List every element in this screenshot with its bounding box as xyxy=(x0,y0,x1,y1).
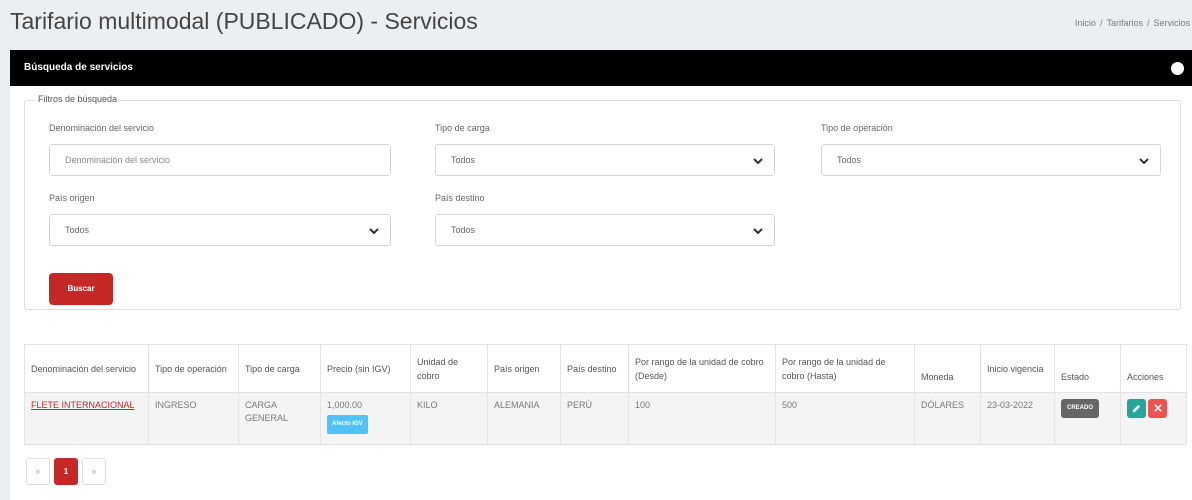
pagination-page-1[interactable]: 1 xyxy=(54,458,78,485)
cell-destination: PERÚ xyxy=(560,392,629,445)
chevron-down-icon xyxy=(1139,158,1149,165)
col-header-origin: País origen xyxy=(487,344,561,393)
pagination: « 1 » xyxy=(26,458,106,485)
origin-country-value: Todos xyxy=(65,225,90,235)
cargo-type-value: Todos xyxy=(451,155,476,165)
col-header-unit: Unidad de cobro xyxy=(410,344,488,393)
cell-range-from: 100 xyxy=(628,392,776,445)
panel-title: Búsqueda de servicios xyxy=(24,62,133,73)
filters-legend: Filtros de búsqueda xyxy=(35,94,121,104)
search-panel-header: Búsqueda de servicios xyxy=(10,50,1192,86)
price-value: 1,000.00 xyxy=(327,400,363,410)
col-header-actions: Acciones xyxy=(1120,344,1187,393)
col-header-state: Estado xyxy=(1054,344,1121,393)
pagination-next[interactable]: » xyxy=(82,458,106,485)
col-header-currency: Moneda xyxy=(914,344,981,393)
cell-price: 1,000.00 Afecto IGV xyxy=(320,392,411,445)
close-icon xyxy=(1153,404,1162,412)
destination-country-label: País destino xyxy=(435,193,485,203)
table-header-row: Denominación del servicio Tipo de operac… xyxy=(24,344,1187,393)
service-link[interactable]: FLETE INTERNACIONAL xyxy=(31,400,135,410)
pagination-prev[interactable]: « xyxy=(26,458,50,485)
cell-unit: KILO xyxy=(410,392,488,445)
col-header-operation: Tipo de operación xyxy=(148,344,239,393)
table-row: FLETE INTERNACIONAL INGRESO CARGA GENERA… xyxy=(24,392,1187,445)
breadcrumb-item-servicios: Servicios xyxy=(1153,18,1190,28)
cargo-type-label: Tipo de carga xyxy=(435,123,490,133)
breadcrumb-item-inicio[interactable]: Inicio xyxy=(1075,18,1096,28)
breadcrumb: Inicio / Tarifarios / Servicios xyxy=(1074,18,1190,28)
igv-badge: Afecto IGV xyxy=(327,415,368,434)
col-header-range-from: Por rango de la unidad de cobro (Desde) xyxy=(628,344,776,393)
destination-country-select[interactable]: Todos xyxy=(435,214,775,246)
edit-button[interactable] xyxy=(1127,399,1146,418)
col-header-range-to: Por rango de la unidad de cobro (Hasta) xyxy=(775,344,915,393)
chevron-down-icon xyxy=(369,228,379,235)
col-header-cargo: Tipo de carga xyxy=(238,344,321,393)
operation-type-value: Todos xyxy=(837,155,862,165)
chevron-down-icon xyxy=(753,228,763,235)
filters-fieldset: Filtros de búsqueda Denominación del ser… xyxy=(24,94,1181,310)
col-header-price: Precio (sin IGV) xyxy=(320,344,411,393)
cell-start: 23-03-2022 xyxy=(980,392,1055,445)
cell-origin: ALEMANIA xyxy=(487,392,561,445)
cell-service: FLETE INTERNACIONAL xyxy=(24,392,149,445)
cell-currency: DÓLARES xyxy=(914,392,981,445)
pencil-icon xyxy=(1132,404,1141,413)
collapse-icon[interactable] xyxy=(1171,62,1184,75)
cell-actions xyxy=(1120,392,1187,445)
cargo-type-select[interactable]: Todos xyxy=(435,144,775,176)
cell-range-to: 500 xyxy=(775,392,915,445)
cell-operation: INGRESO xyxy=(148,392,239,445)
origin-country-select[interactable]: Todos xyxy=(49,214,391,246)
search-panel-body: Filtros de búsqueda Denominación del ser… xyxy=(10,86,1192,500)
destination-country-value: Todos xyxy=(451,225,476,235)
status-badge: CREADO xyxy=(1061,399,1100,418)
operation-type-select[interactable]: Todos xyxy=(821,144,1161,176)
operation-type-label: Tipo de operación xyxy=(821,123,893,133)
col-header-start: Inicio vigencia xyxy=(980,344,1055,393)
search-button[interactable]: Buscar xyxy=(49,273,113,305)
page-title: Tarifario multimodal (PUBLICADO) - Servi… xyxy=(10,8,478,34)
col-header-destination: País destino xyxy=(560,344,629,393)
col-header-service: Denominación del servicio xyxy=(24,344,149,393)
page-header: Tarifario multimodal (PUBLICADO) - Servi… xyxy=(0,0,1192,48)
service-name-label: Denominación del servicio xyxy=(49,123,155,133)
cell-state: CREADO xyxy=(1054,392,1121,445)
services-table: Denominación del servicio Tipo de operac… xyxy=(24,344,1187,445)
origin-country-label: País origen xyxy=(49,193,95,203)
service-name-input[interactable] xyxy=(49,144,391,176)
delete-button[interactable] xyxy=(1148,399,1167,418)
chevron-down-icon xyxy=(753,158,763,165)
breadcrumb-item-tarifarios[interactable]: Tarifarios xyxy=(1106,18,1143,28)
cell-cargo: CARGA GENERAL xyxy=(238,392,321,445)
